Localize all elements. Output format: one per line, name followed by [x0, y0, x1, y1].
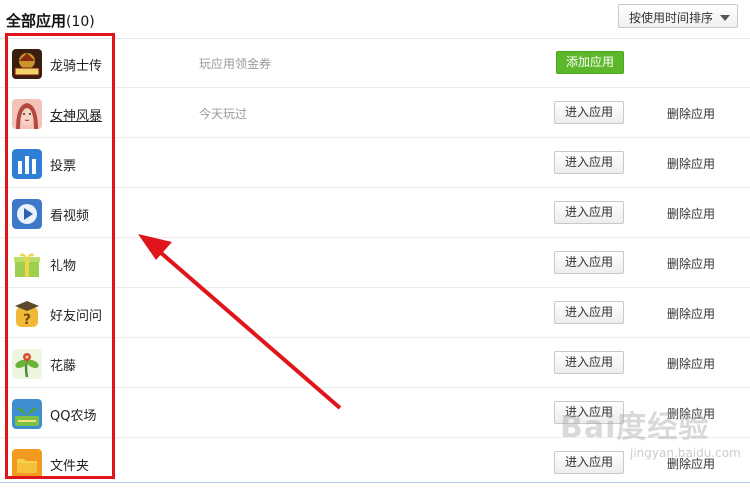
delete-app-link[interactable]: 删除应用: [667, 455, 715, 472]
app-name[interactable]: 看视频: [50, 205, 89, 224]
folder-icon[interactable]: [12, 449, 42, 479]
app-count: (10): [66, 14, 95, 30]
question-icon[interactable]: ?: [12, 299, 42, 329]
video-icon[interactable]: [12, 199, 42, 229]
app-row: 花藤 进入应用 删除应用: [0, 338, 750, 388]
header-bar: 全部应用(10) 按使用时间排序: [0, 0, 750, 39]
chevron-down-icon: [720, 15, 730, 21]
app-name[interactable]: 花藤: [50, 355, 76, 374]
enter-app-button[interactable]: 进入应用: [554, 301, 624, 324]
app-name[interactable]: 龙骑士传: [50, 55, 102, 74]
add-app-button[interactable]: 添加应用: [556, 51, 624, 74]
page-title: 全部应用(10): [6, 10, 95, 31]
title-text: 全部应用: [6, 12, 67, 30]
delete-app-link[interactable]: 删除应用: [667, 155, 715, 172]
app-name[interactable]: QQ农场: [50, 405, 96, 424]
app-row: 文件夹 进入应用 删除应用: [0, 438, 750, 488]
app-row: ? 好友问问 进入应用 删除应用: [0, 288, 750, 338]
app-status: 玩应用领金券: [199, 57, 272, 71]
dragon-knight-icon[interactable]: [12, 49, 42, 79]
app-row: 礼物 进入应用 删除应用: [0, 238, 750, 288]
app-name[interactable]: 投票: [50, 155, 76, 174]
app-name[interactable]: 好友问问: [50, 305, 102, 324]
app-row: QQ农场 进入应用 删除应用: [0, 388, 750, 438]
app-row: 龙骑士传 玩应用领金券 添加应用: [0, 38, 750, 88]
bottom-divider: [0, 482, 750, 483]
enter-app-button[interactable]: 进入应用: [554, 451, 624, 474]
vote-icon[interactable]: [12, 149, 42, 179]
delete-app-link[interactable]: 删除应用: [667, 205, 715, 222]
delete-app-link[interactable]: 删除应用: [667, 355, 715, 372]
delete-app-link[interactable]: 删除应用: [667, 255, 715, 272]
delete-app-link[interactable]: 删除应用: [667, 405, 715, 422]
enter-app-button[interactable]: 进入应用: [554, 151, 624, 174]
app-row: 投票 进入应用 删除应用: [0, 138, 750, 188]
enter-app-button[interactable]: 进入应用: [554, 401, 624, 424]
sort-label: 按使用时间排序: [629, 11, 714, 25]
farm-icon[interactable]: [12, 399, 42, 429]
delete-app-link[interactable]: 删除应用: [667, 305, 715, 322]
enter-app-button[interactable]: 进入应用: [554, 351, 624, 374]
app-name[interactable]: 文件夹: [50, 455, 89, 474]
flower-vine-icon[interactable]: [12, 349, 42, 379]
app-row: 女神风暴 今天玩过 进入应用 删除应用: [0, 88, 750, 138]
gift-icon[interactable]: [12, 249, 42, 279]
enter-app-button[interactable]: 进入应用: [554, 251, 624, 274]
app-status: 今天玩过: [199, 107, 248, 121]
delete-app-link[interactable]: 删除应用: [667, 105, 715, 122]
svg-text:?: ?: [23, 312, 31, 328]
app-name[interactable]: 女神风暴: [50, 105, 102, 124]
enter-app-button[interactable]: 进入应用: [554, 201, 624, 224]
goddess-icon[interactable]: [12, 99, 42, 129]
app-name[interactable]: 礼物: [50, 255, 76, 274]
enter-app-button[interactable]: 进入应用: [554, 101, 624, 124]
app-row: 看视频 进入应用 删除应用: [0, 188, 750, 238]
sort-dropdown[interactable]: 按使用时间排序: [618, 4, 738, 28]
